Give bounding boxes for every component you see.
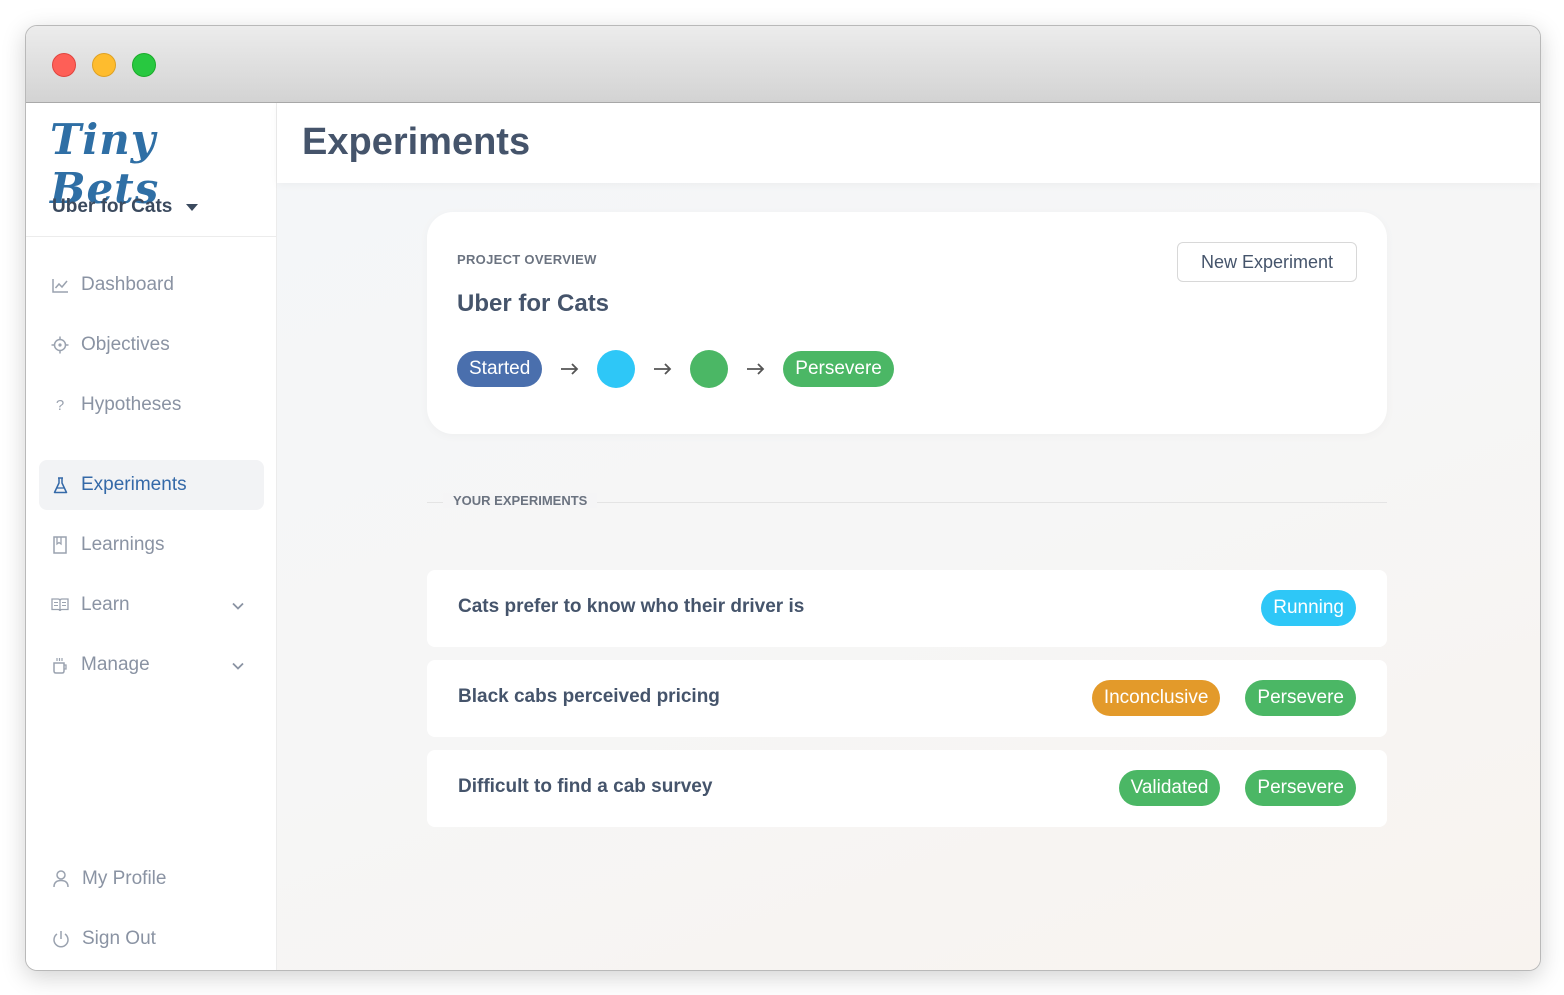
sidebar-item-experiments[interactable]: Experiments <box>39 460 264 510</box>
experiment-row[interactable]: Cats prefer to know who their driver is … <box>427 570 1387 647</box>
arrow-right-icon <box>653 363 672 375</box>
experiment-badges: Inconclusive Persevere <box>1067 680 1356 716</box>
experiment-row[interactable]: Difficult to find a cab survey Validated… <box>427 750 1387 827</box>
sidebar: Tiny Bets Uber for Cats Dashboard Object… <box>26 103 277 970</box>
caret-down-icon <box>186 203 199 211</box>
experiments-section-heading: YOUR EXPERIMENTS <box>427 493 1387 513</box>
decision-badge: Persevere <box>1245 680 1356 716</box>
sidebar-item-manage[interactable]: Manage <box>39 640 264 690</box>
book-open-icon <box>51 596 69 614</box>
page-title: Experiments <box>302 121 531 163</box>
experiment-flow: Started Persevere <box>457 350 894 388</box>
decision-badge: Persevere <box>1245 770 1356 806</box>
my-profile-label: My Profile <box>82 868 167 889</box>
experiment-title: Black cabs perceived pricing <box>458 686 720 707</box>
running-step-dot <box>597 350 636 388</box>
new-experiment-button[interactable]: New Experiment <box>1177 242 1357 282</box>
sidebar-item-label: Learnings <box>81 534 165 555</box>
my-profile-link[interactable]: My Profile <box>52 864 166 894</box>
sidebar-item-label: Objectives <box>81 334 170 355</box>
project-overview-card: PROJECT OVERVIEW Uber for Cats New Exper… <box>427 212 1387 434</box>
power-icon <box>52 930 70 948</box>
minimize-window-button[interactable] <box>92 53 116 77</box>
persevere-badge: Persevere <box>783 351 894 387</box>
project-selector[interactable]: Uber for Cats <box>52 195 199 219</box>
project-overview-label: PROJECT OVERVIEW <box>457 252 597 267</box>
sidebar-item-label: Learn <box>81 594 130 615</box>
sign-out-link[interactable]: Sign Out <box>52 924 156 954</box>
sign-out-label: Sign Out <box>82 928 156 949</box>
experiment-title: Cats prefer to know who their driver is <box>458 596 805 617</box>
chevron-down-icon[interactable] <box>232 654 244 676</box>
title-bar <box>26 26 1540 103</box>
bookmark-icon <box>51 536 69 554</box>
experiment-row[interactable]: Black cabs perceived pricing Inconclusiv… <box>427 660 1387 737</box>
page-header: Experiments <box>277 103 1540 183</box>
project-title: Uber for Cats <box>457 290 610 317</box>
project-selector-label: Uber for Cats <box>52 196 173 217</box>
arrow-right-icon <box>746 363 765 375</box>
user-icon <box>52 870 70 888</box>
status-badge: Inconclusive <box>1091 680 1221 716</box>
experiment-badges: Validated Persevere <box>1094 770 1356 806</box>
started-badge: Started <box>457 351 543 387</box>
sidebar-item-learnings[interactable]: Learnings <box>39 520 264 570</box>
sidebar-item-label: Manage <box>81 654 150 675</box>
sidebar-item-dashboard[interactable]: Dashboard <box>39 260 264 310</box>
status-badge: Running <box>1261 590 1356 626</box>
question-icon: ? <box>55 396 65 414</box>
main-content: Experiments PROJECT OVERVIEW Uber for Ca… <box>277 103 1540 970</box>
sidebar-item-label: Experiments <box>81 474 187 495</box>
sidebar-item-label: Hypotheses <box>81 394 182 415</box>
validated-step-dot <box>690 350 729 388</box>
chart-line-icon <box>51 276 69 294</box>
chevron-down-icon[interactable] <box>232 594 244 616</box>
close-window-button[interactable] <box>52 53 76 77</box>
flask-icon <box>51 476 69 494</box>
maximize-window-button[interactable] <box>132 53 156 77</box>
section-title: YOUR EXPERIMENTS <box>443 493 598 508</box>
app-window: Tiny Bets Uber for Cats Dashboard Object… <box>25 25 1541 971</box>
sidebar-item-hypotheses[interactable]: ? Hypotheses <box>39 380 264 430</box>
crosshair-icon <box>51 336 69 354</box>
sidebar-item-label: Dashboard <box>81 274 174 295</box>
sidebar-divider <box>26 236 276 237</box>
experiment-title: Difficult to find a cab survey <box>458 776 713 797</box>
experiment-badges: Running <box>1236 590 1356 626</box>
sidebar-item-objectives[interactable]: Objectives <box>39 320 264 370</box>
mug-icon <box>51 656 69 674</box>
status-badge: Validated <box>1118 770 1221 806</box>
arrow-right-icon <box>560 363 579 375</box>
sidebar-item-learn[interactable]: Learn <box>39 580 264 630</box>
